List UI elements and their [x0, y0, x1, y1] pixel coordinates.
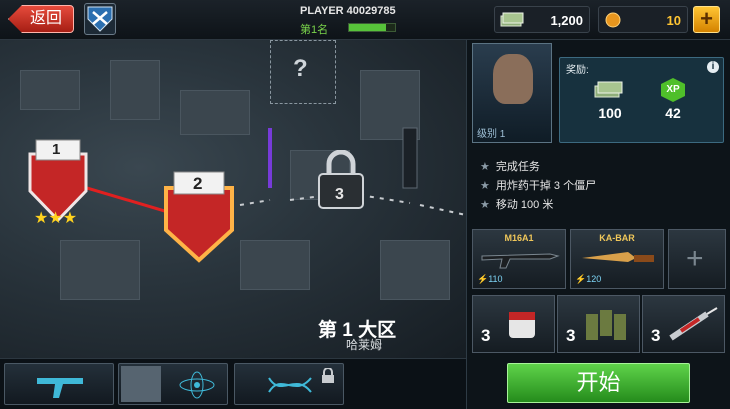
- task-star-icon: ★: [480, 161, 490, 173]
- dna-icon: [268, 377, 312, 393]
- mission-1-stars: ★★★: [34, 210, 78, 227]
- weapon-power-value: 110: [488, 274, 503, 284]
- add-currency-button[interactable]: +: [693, 6, 720, 33]
- item-slot-ammo[interactable]: 3: [557, 295, 640, 353]
- mission-map: ? 1 ★★★ 2 3: [0, 40, 466, 358]
- rank-progress-bar: [348, 23, 396, 32]
- reward-title: 奖励:: [566, 65, 589, 76]
- cash-value: 1,200: [550, 13, 583, 28]
- add-weapon-slot[interactable]: +: [668, 229, 726, 289]
- task-star-icon: ★: [480, 180, 490, 192]
- weapon-slot-melee[interactable]: KA-BAR ⚡120: [570, 229, 664, 289]
- item-count: 3: [566, 326, 576, 345]
- mission-1-badge[interactable]: 1 ★★★: [24, 136, 92, 227]
- loadout-bar: [0, 358, 466, 409]
- dna-upgrade-slot[interactable]: [234, 363, 344, 405]
- weapon-slot-primary[interactable]: M16A1 ⚡110: [472, 229, 566, 289]
- top-bar: 返回 PLAYER 40029785 第1名 1,200 10 +: [0, 0, 730, 40]
- player-name: PLAYER 40029785: [300, 5, 396, 17]
- knife-icon: [582, 252, 654, 262]
- ammo-icon: [586, 310, 626, 340]
- back-button[interactable]: 返回: [8, 5, 74, 33]
- xp-badge-icon: XP: [661, 78, 685, 102]
- soldier-upgrade-slot[interactable]: [118, 363, 228, 405]
- task-star-icon: ★: [480, 199, 490, 211]
- soldier-avatar: [121, 366, 161, 402]
- rifle-icon: [481, 253, 560, 269]
- weapon-upgrade-slot[interactable]: [4, 363, 114, 405]
- weapon-name: M16A1: [504, 233, 534, 243]
- medkit-icon: [509, 312, 535, 338]
- task-text: 用炸药干掉 3 个僵尸: [495, 180, 597, 192]
- locked-mission-number: 3: [335, 186, 344, 203]
- plus-icon: +: [686, 242, 704, 275]
- task-item: ★ 完成任务: [480, 158, 596, 177]
- item-count: 3: [651, 326, 661, 345]
- smg-icon: [37, 378, 83, 398]
- mission-1-number: 1: [52, 141, 61, 158]
- rank-progress-fill: [349, 24, 386, 31]
- task-item: ★ 用炸药干掉 3 个僵尸: [480, 177, 596, 196]
- clan-emblem-icon[interactable]: [84, 3, 116, 35]
- task-item: ★ 移动 100 米: [480, 196, 596, 215]
- weapon-power-value: 120: [586, 274, 602, 284]
- weapon-power: ⚡120: [575, 274, 602, 284]
- mystery-mission[interactable]: ?: [270, 40, 336, 104]
- lock-icon: [322, 368, 334, 383]
- rank-label: 第1名: [300, 24, 329, 36]
- soldier-face: [493, 54, 533, 104]
- locked-mission-3[interactable]: 3: [316, 149, 366, 210]
- item-count: 3: [481, 326, 491, 345]
- task-text: 完成任务: [495, 161, 540, 173]
- item-slot-medkit[interactable]: 3: [472, 295, 555, 353]
- mission-2-badge[interactable]: 2: [160, 168, 238, 264]
- mission-2-number: 2: [193, 174, 203, 193]
- soldier-portrait[interactable]: 级别 1: [472, 43, 552, 143]
- info-icon[interactable]: i: [707, 61, 719, 73]
- reward-box: 奖励: i XP 100 42: [559, 57, 724, 143]
- cash-icon: [500, 12, 524, 27]
- task-list: ★ 完成任务 ★ 用炸药干掉 3 个僵尸 ★ 移动 100 米: [480, 158, 596, 215]
- task-text: 移动 100 米: [495, 199, 554, 211]
- mystery-icon: ?: [293, 55, 308, 82]
- atom-icon: [179, 371, 215, 399]
- start-button[interactable]: 开始: [507, 363, 690, 403]
- coin-counter: 10: [598, 6, 688, 33]
- reward-xp-value: 42: [665, 105, 681, 121]
- reward-cash-value: 100: [598, 105, 622, 121]
- weapon-name: KA-BAR: [599, 233, 635, 243]
- coin-value: 10: [666, 13, 681, 28]
- weapon-power: ⚡110: [477, 274, 503, 284]
- syringe-icon: [669, 307, 718, 341]
- item-slot-syringe[interactable]: 3: [642, 295, 725, 353]
- cash-reward-icon: [594, 81, 623, 98]
- cash-counter: 1,200: [494, 6, 590, 33]
- district-name: 哈莱姆: [346, 338, 383, 352]
- soldier-level: 级别 1: [477, 129, 506, 140]
- coin-icon: [605, 12, 621, 28]
